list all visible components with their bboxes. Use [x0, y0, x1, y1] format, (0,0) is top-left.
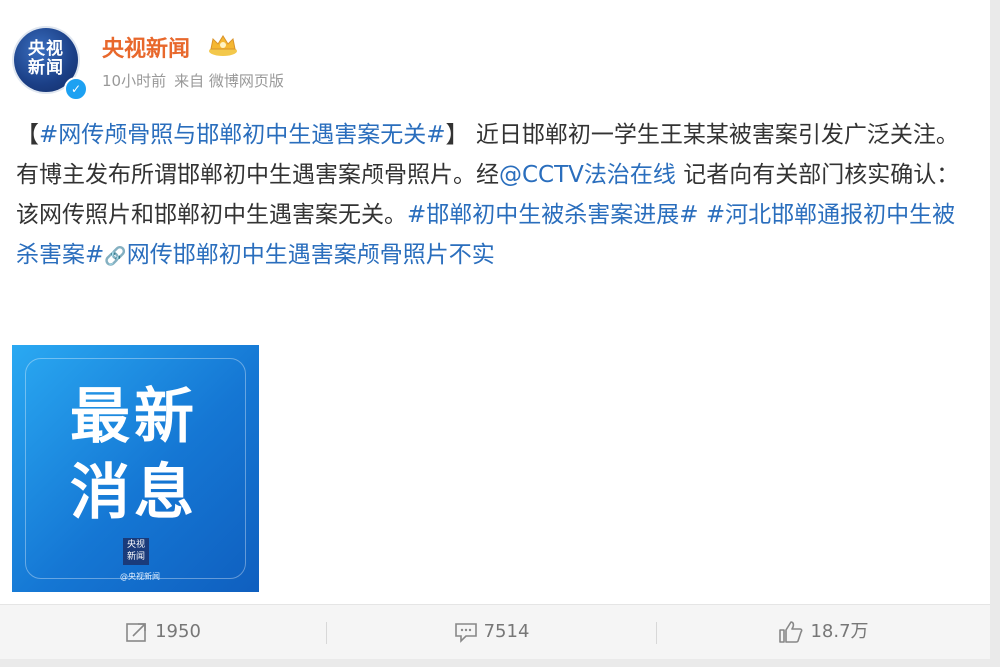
post-time[interactable]: 10小时前 — [102, 72, 166, 90]
mention-link[interactable]: @CCTV法治在线 — [499, 162, 676, 188]
thumbs-up-icon — [779, 621, 803, 643]
comment-icon — [454, 623, 477, 643]
verified-badge-icon: ✓ — [64, 77, 88, 101]
image-watermark: @央视新闻 — [120, 572, 160, 581]
author-name[interactable]: 央视新闻 — [102, 31, 190, 63]
comment-button[interactable]: 7514 — [327, 605, 656, 659]
image-headline: 最新 消息 — [70, 382, 198, 528]
link-icon: 🔗 — [104, 246, 127, 267]
comment-count: 7514 — [483, 621, 530, 642]
post-text: 【#网传颅骨照与邯郸初中生遇害案无关#】 近日邯郸初一学生王某某被害案引发广泛关… — [16, 122, 960, 268]
like-count: 18.7万 — [810, 621, 869, 642]
like-button[interactable]: 18.7万 — [657, 605, 990, 659]
article-link[interactable]: 网传邯郸初中生遇害案颅骨照片不实 — [127, 242, 495, 268]
topic-tag-progress[interactable]: #邯郸初中生被杀害案进展# — [407, 202, 699, 228]
action-bar: 1950 7514 18.7万 — [0, 604, 990, 659]
weibo-post-card: 央视 新闻 ✓ 央视新闻 10小时前 来自 微博网页版 【#网传颅骨照与邯郸初中生… — [0, 0, 990, 604]
post-meta: 10小时前 来自 微博网页版 — [102, 70, 292, 91]
avatar-logo: 央视 新闻 — [28, 39, 64, 78]
crown-badge-icon[interactable] — [207, 33, 239, 57]
topic-tag-title[interactable]: #网传颅骨照与邯郸初中生遇害案无关# — [39, 122, 446, 148]
image-logo: 央视 新闻 — [123, 538, 149, 565]
repost-button[interactable]: 1950 — [0, 605, 326, 659]
repost-icon — [126, 623, 146, 642]
post-image[interactable]: 最新 消息 央视 新闻 @央视新闻 — [12, 345, 259, 592]
post-source: 来自 微博网页版 — [174, 72, 284, 90]
repost-count: 1950 — [155, 621, 201, 642]
